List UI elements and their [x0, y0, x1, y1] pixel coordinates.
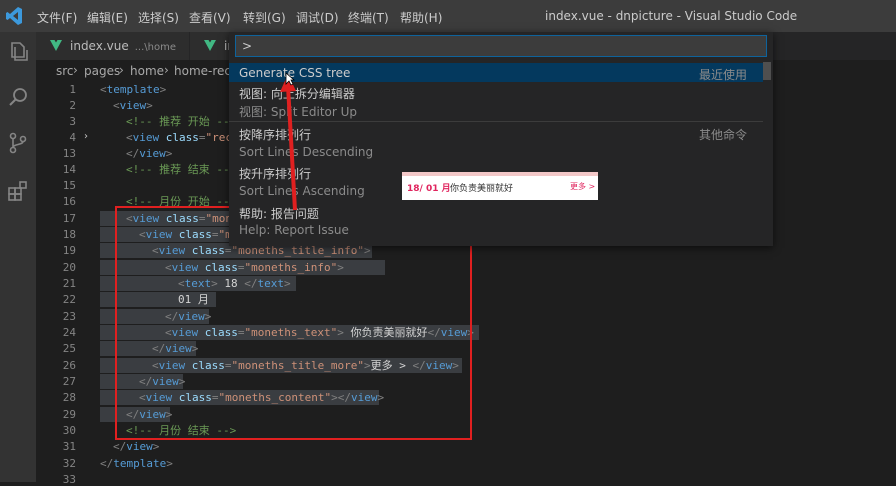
mouse-cursor-icon [285, 72, 295, 86]
line-number: 2 [69, 99, 76, 112]
preview-thumbnail: 18/ 01 月 你负责美丽就好 更多 > [402, 172, 598, 200]
line-number: 25 [62, 342, 76, 355]
line-number: 29 [62, 408, 76, 421]
code-line: <!-- 推荐 结束 --> [126, 163, 237, 176]
line-number: 32 [62, 457, 76, 470]
palette-group-label: 最近使用 [698, 68, 747, 82]
code-line: </view> [113, 440, 160, 453]
menu-help[interactable]: 帮助(H) [400, 9, 442, 26]
annotation-arrow-icon [280, 74, 297, 211]
preview-more: 更多 > [570, 182, 596, 191]
vscode-logo-icon [6, 7, 22, 25]
vue-file-icon [50, 40, 62, 51]
line-number: 33 [62, 473, 76, 486]
source-control-icon[interactable] [6, 131, 30, 155]
tab-index-vue-home[interactable]: index.vue ...\home [36, 32, 190, 60]
line-number: 21 [62, 277, 76, 290]
code-line: </template> [100, 457, 173, 470]
line-number: 17 [62, 212, 76, 225]
breadcrumb-item[interactable]: home [130, 64, 164, 78]
chevron-right-icon: › [164, 63, 169, 77]
preview-image-strip [402, 172, 598, 176]
command-input[interactable]: > [235, 35, 767, 57]
line-number: 15 [62, 179, 76, 192]
line-number: 24 [62, 326, 76, 339]
activity-bar [0, 32, 36, 482]
palette-group-label: 其他命令 [698, 128, 747, 142]
window-title: index.vue - dnpicture - Visual Studio Co… [545, 9, 798, 23]
chevron-right-icon: › [73, 63, 78, 77]
palette-scrollbar[interactable] [763, 62, 771, 80]
line-number: 22 [62, 293, 76, 306]
line-number: 13 [62, 147, 76, 160]
breadcrumb-item[interactable]: src [56, 64, 74, 78]
line-number: 20 [62, 261, 76, 274]
line-number: 26 [62, 359, 76, 372]
line-number: 27 [62, 375, 76, 388]
line-number: 3 [69, 115, 76, 128]
line-number: 16 [62, 195, 76, 208]
code-line: <!-- 推荐 开始 --> [126, 115, 237, 128]
search-icon[interactable] [6, 85, 30, 109]
line-number: 4 [69, 131, 76, 144]
breadcrumb-item[interactable]: pages [84, 64, 120, 78]
tab-description: ...\home [134, 42, 176, 53]
line-number: 18 [62, 228, 76, 241]
command-palette: > Generate CSS tree 最近使用 视图: 向上拆分编辑器 视图:… [229, 32, 773, 246]
tab-label: index.vue [70, 39, 129, 53]
explorer-icon[interactable] [6, 40, 30, 64]
menu-terminal[interactable]: 终端(T) [348, 9, 389, 26]
menu-selection[interactable]: 选择(S) [138, 9, 179, 26]
menu-go[interactable]: 转到(G) [243, 9, 286, 26]
menu-view[interactable]: 查看(V) [189, 9, 231, 26]
menu-debug[interactable]: 调试(D) [296, 9, 339, 26]
chevron-right-icon: › [119, 63, 124, 77]
line-number: 1 [69, 83, 76, 96]
menu-edit[interactable]: 编辑(E) [87, 9, 128, 26]
preview-text: 你负责美丽就好 [450, 184, 514, 194]
palette-item-description: Help: Report Issue [239, 223, 349, 237]
line-number: 14 [62, 163, 76, 176]
code-line: </view> [126, 147, 173, 160]
menu-file[interactable]: 文件(F) [37, 9, 77, 26]
extensions-icon[interactable] [6, 179, 30, 203]
line-number: 23 [62, 310, 76, 323]
line-number: 30 [62, 424, 76, 437]
line-number: 28 [62, 391, 76, 404]
code-line: <view> [113, 99, 153, 112]
code-line: <view class="rec [126, 131, 232, 144]
preview-date: 18/ 01 月 [407, 184, 451, 194]
code-line: <template> [100, 83, 167, 96]
line-number: 19 [62, 244, 76, 257]
line-number: 31 [62, 440, 76, 453]
title-bar: 文件(F) 编辑(E) 选择(S) 查看(V) 转到(G) 调试(D) 终端(T… [0, 0, 896, 32]
fold-chevron-icon[interactable]: › [84, 131, 88, 142]
vue-file-icon [204, 40, 216, 51]
